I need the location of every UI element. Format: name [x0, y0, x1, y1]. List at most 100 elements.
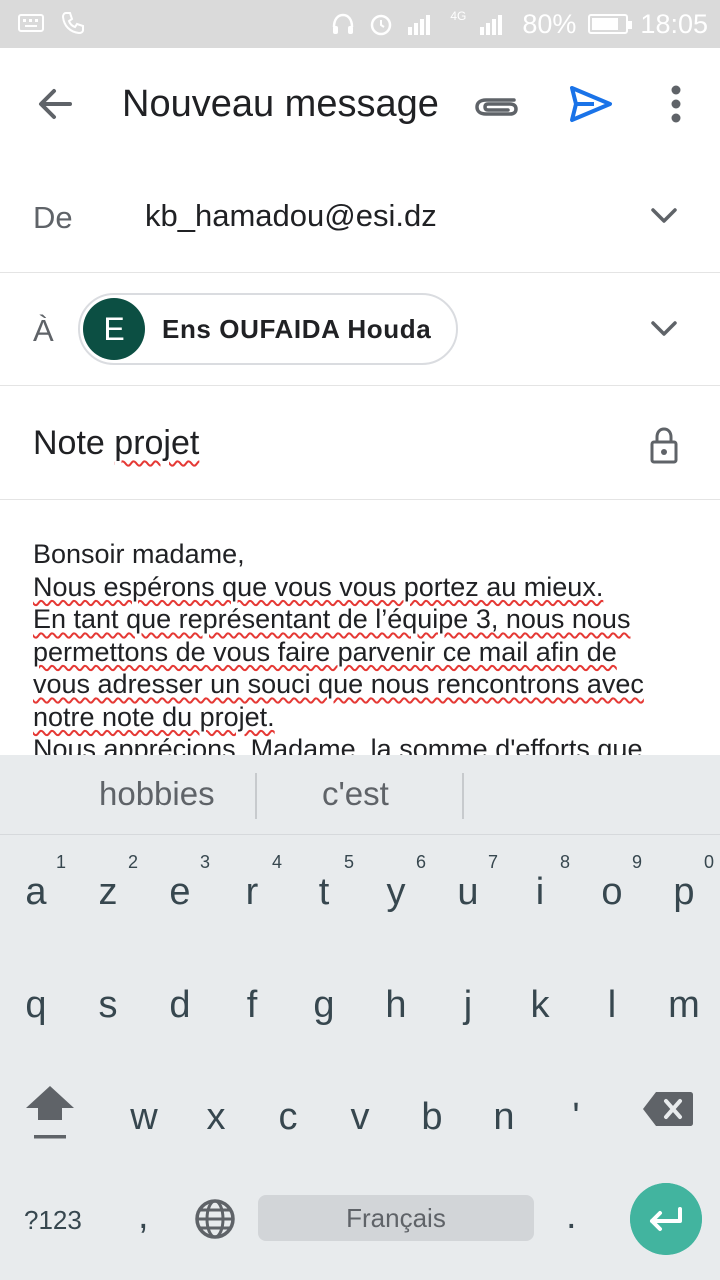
- key-r[interactable]: r4: [216, 840, 288, 930]
- page-title: Nouveau message: [122, 83, 439, 125]
- suggestion-2[interactable]: c'est: [322, 775, 389, 813]
- symbols-key[interactable]: ?123: [24, 1205, 82, 1236]
- subject-field[interactable]: Note projet: [33, 424, 199, 463]
- recipient-chip[interactable]: E Ens OUFAIDA Houda: [78, 293, 458, 365]
- key-i[interactable]: i8: [504, 840, 576, 930]
- key-label: j: [463, 984, 473, 1026]
- globe-icon[interactable]: [194, 1198, 236, 1240]
- comma-key[interactable]: ,: [138, 1195, 149, 1238]
- key-v[interactable]: v: [324, 1065, 396, 1155]
- key-u[interactable]: u7: [432, 840, 504, 930]
- key-number-hint: 2: [127, 852, 138, 872]
- send-icon[interactable]: [566, 80, 616, 128]
- key-label: s: [98, 984, 118, 1026]
- key-o[interactable]: o9: [576, 840, 648, 930]
- key-s[interactable]: s: [72, 953, 144, 1043]
- key-label: h: [385, 984, 407, 1026]
- headset-icon: [333, 13, 354, 34]
- key-b[interactable]: b: [396, 1065, 468, 1155]
- subject-word-misspelled: projet: [114, 424, 200, 462]
- backspace-icon[interactable]: [642, 1090, 694, 1128]
- key-number-hint: 9: [631, 852, 642, 872]
- key-h[interactable]: h: [360, 953, 432, 1043]
- key-label: z: [98, 871, 118, 913]
- key-label: ': [572, 1096, 580, 1138]
- key-number-hint: 3: [199, 852, 210, 872]
- key-label: w: [130, 1096, 158, 1138]
- key-number-hint: 7: [487, 852, 498, 872]
- alarm-icon: [371, 14, 392, 36]
- key-m[interactable]: m: [648, 953, 720, 1043]
- from-row[interactable]: De kb_hamadou@esi.dz: [0, 160, 720, 273]
- body-line: notre note du projet.: [33, 701, 275, 732]
- shift-icon[interactable]: [22, 1080, 78, 1150]
- attachment-icon[interactable]: [470, 82, 522, 126]
- key-label: a: [25, 871, 47, 913]
- key-l[interactable]: l: [576, 953, 648, 1043]
- key-number-hint: 8: [559, 852, 570, 872]
- key-label: m: [668, 984, 700, 1026]
- signal-icon: [408, 15, 431, 35]
- to-label: À: [33, 313, 54, 348]
- key-x[interactable]: x: [180, 1065, 252, 1155]
- body-line: En tant que représentant de l’équipe 3, …: [33, 604, 631, 634]
- body-line: Bonsoir madame,: [33, 539, 245, 569]
- key-label: i: [535, 871, 545, 913]
- clock: 18:05: [640, 9, 708, 39]
- key-label: l: [607, 984, 617, 1026]
- chevron-down-icon[interactable]: [646, 311, 682, 347]
- key-label: q: [25, 984, 47, 1026]
- status-bar: 4G 80% 18:05: [0, 0, 720, 48]
- lock-icon[interactable]: [648, 426, 680, 466]
- key-e[interactable]: e3: [144, 840, 216, 930]
- signal-icon-2: [480, 15, 503, 35]
- period-key[interactable]: .: [566, 1195, 577, 1238]
- key-number-hint: 4: [271, 852, 282, 872]
- app-bar: Nouveau message: [0, 48, 720, 160]
- key-label: y: [386, 871, 406, 913]
- key-label: k: [530, 984, 550, 1026]
- key-label: g: [313, 984, 335, 1026]
- recipient-name: Ens OUFAIDA Houda: [162, 314, 432, 344]
- key-a[interactable]: a1: [0, 840, 72, 930]
- key-d[interactable]: d: [144, 953, 216, 1043]
- key-y[interactable]: y6: [360, 840, 432, 930]
- key-label: n: [493, 1096, 515, 1138]
- key-number-hint: 6: [415, 852, 426, 872]
- message-body-text[interactable]: Bonsoir madame, Nous espérons que vous v…: [33, 538, 693, 755]
- key-number-hint: 0: [703, 852, 714, 872]
- back-arrow-icon[interactable]: [30, 78, 82, 130]
- body-line: vous adresser un souci que nous rencontr…: [33, 669, 644, 699]
- from-address[interactable]: kb_hamadou@esi.dz: [145, 198, 437, 234]
- more-vert-icon[interactable]: [656, 78, 696, 130]
- key-c[interactable]: c: [252, 1065, 324, 1155]
- subject-word: Note: [33, 424, 105, 462]
- key-number-hint: 5: [343, 852, 354, 872]
- key-f[interactable]: f: [216, 953, 288, 1043]
- key-w[interactable]: w: [108, 1065, 180, 1155]
- to-row[interactable]: À E Ens OUFAIDA Houda: [0, 273, 720, 386]
- key-n[interactable]: n: [468, 1065, 540, 1155]
- key-g[interactable]: g: [288, 953, 360, 1043]
- key-label: x: [206, 1096, 226, 1138]
- subject-row[interactable]: Note projet: [0, 386, 720, 500]
- key-label: v: [350, 1096, 370, 1138]
- message-body[interactable]: Bonsoir madame, Nous espérons que vous v…: [0, 500, 720, 755]
- network-type: 4G: [450, 9, 467, 23]
- space-bar[interactable]: Français: [258, 1195, 534, 1241]
- key-label: p: [673, 871, 695, 913]
- suggestion-1[interactable]: hobbies: [99, 775, 215, 813]
- body-line: permettons de vous faire parvenir ce mai…: [33, 636, 617, 667]
- key-j[interactable]: j: [432, 953, 504, 1043]
- key-z[interactable]: z2: [72, 840, 144, 930]
- key-apostrophe[interactable]: ': [540, 1065, 612, 1155]
- key-t[interactable]: t5: [288, 840, 360, 930]
- key-p[interactable]: p0: [648, 840, 720, 930]
- key-k[interactable]: k: [504, 953, 576, 1043]
- enter-icon[interactable]: [630, 1183, 702, 1255]
- chevron-down-icon[interactable]: [646, 198, 682, 234]
- body-line: Nous apprécions, Madame, la somme d'effo…: [33, 734, 643, 755]
- key-label: o: [601, 871, 623, 913]
- key-q[interactable]: q: [0, 953, 72, 1043]
- key-number-hint: 1: [55, 852, 66, 872]
